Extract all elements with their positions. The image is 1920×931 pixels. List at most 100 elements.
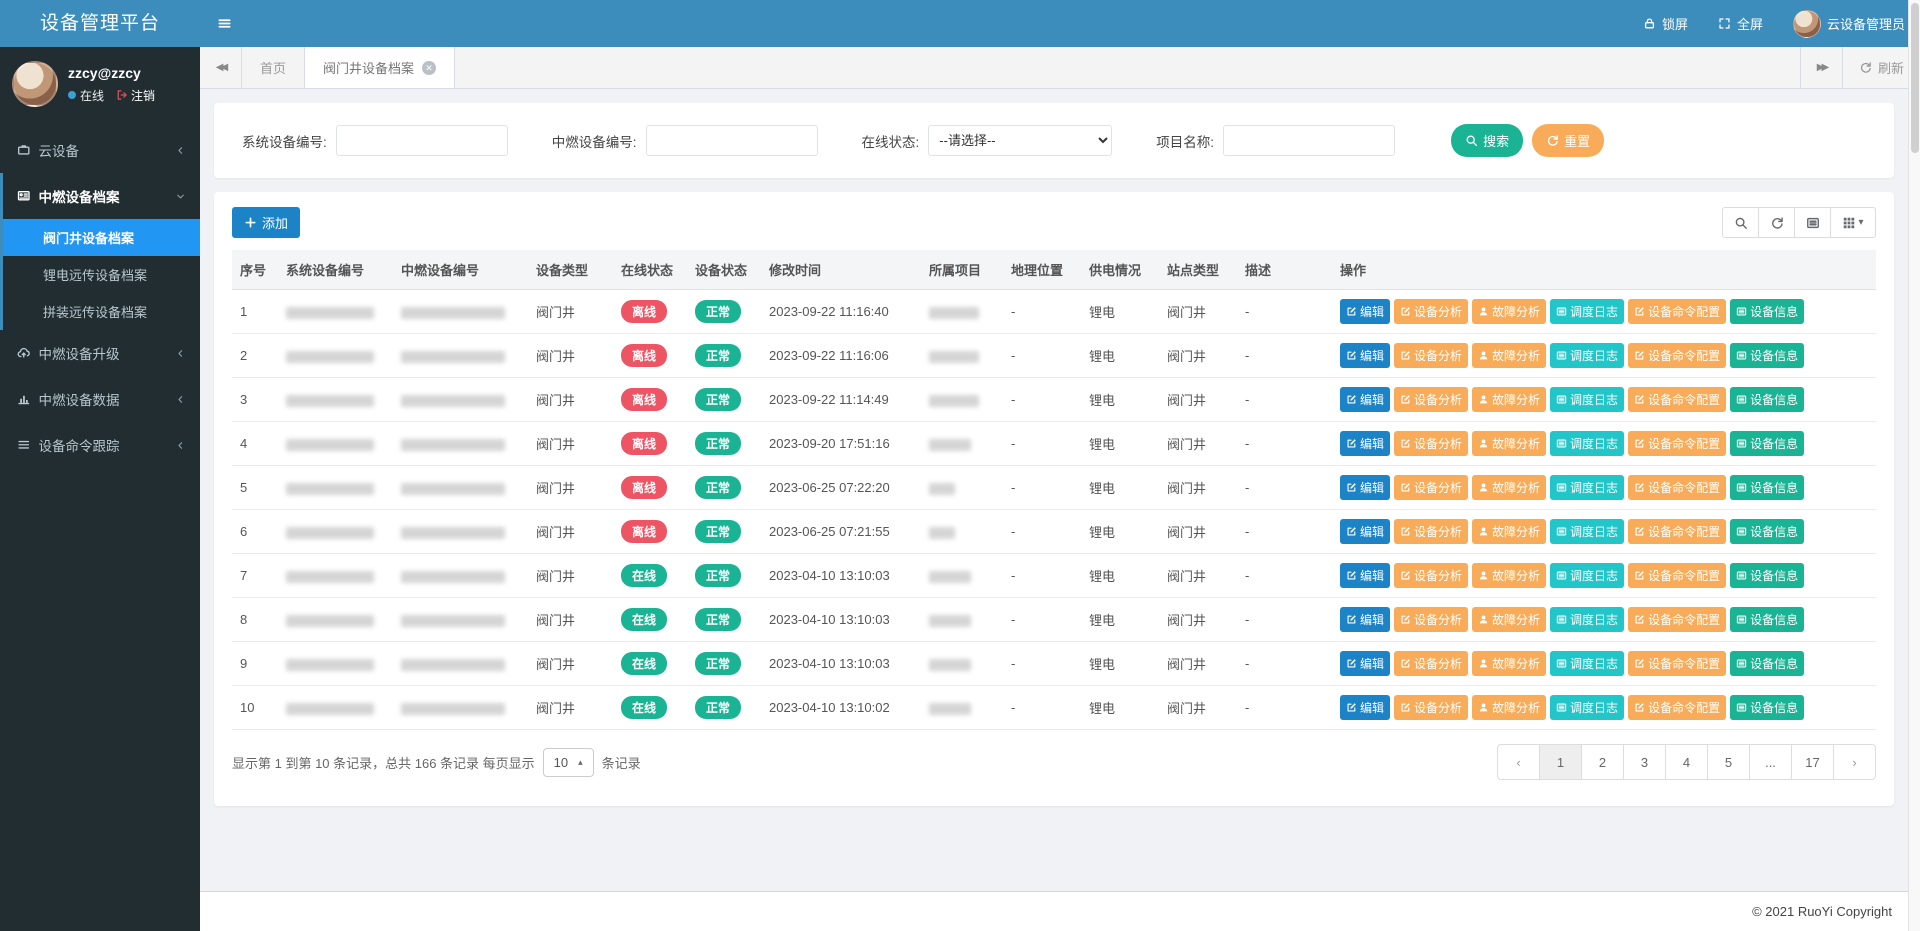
dispatch-log-button[interactable]: 调度日志 [1550, 299, 1624, 324]
scrollbar[interactable] [1908, 0, 1920, 931]
sidebar-item-设备命令跟踪[interactable]: 设备命令跟踪 [3, 422, 200, 468]
device-analysis-button[interactable]: 设备分析 [1394, 607, 1468, 632]
fault-analysis-button[interactable]: 故障分析 [1472, 387, 1546, 412]
device-command-config-button[interactable]: 设备命令配置 [1628, 387, 1726, 412]
online-status-select[interactable]: --请选择-- [928, 125, 1112, 156]
table-search-button[interactable] [1722, 207, 1759, 238]
device-analysis-button[interactable]: 设备分析 [1394, 387, 1468, 412]
sidebar-subitem-阀门井设备档案[interactable]: 阀门井设备档案 [3, 219, 200, 256]
device-analysis-button[interactable]: 设备分析 [1394, 651, 1468, 676]
device-info-button[interactable]: 设备信息 [1730, 299, 1804, 324]
dispatch-log-button[interactable]: 调度日志 [1550, 519, 1624, 544]
zhongran-device-no-input[interactable] [646, 125, 818, 156]
fault-analysis-button[interactable]: 故障分析 [1472, 695, 1546, 720]
device-analysis-button[interactable]: 设备分析 [1394, 475, 1468, 500]
fault-analysis-button[interactable]: 故障分析 [1472, 607, 1546, 632]
app-logo[interactable]: 设备管理平台 [0, 0, 200, 47]
fault-analysis-button[interactable]: 故障分析 [1472, 299, 1546, 324]
sidebar-toggle-button[interactable] [200, 0, 249, 47]
sidebar-subitem-锂电远传设备档案[interactable]: 锂电远传设备档案 [3, 256, 200, 293]
prev-page-button[interactable]: ‹ [1497, 744, 1540, 780]
edit-button[interactable]: 编辑 [1340, 299, 1390, 324]
lock-screen-button[interactable]: 锁屏 [1628, 0, 1703, 47]
sidebar-subitem-拼装远传设备档案[interactable]: 拼装远传设备档案 [3, 293, 200, 330]
page-size-select[interactable]: 10 ▴ [543, 748, 594, 777]
device-info-button[interactable]: 设备信息 [1730, 387, 1804, 412]
fault-analysis-button[interactable]: 故障分析 [1472, 431, 1546, 456]
device-info-button[interactable]: 设备信息 [1730, 651, 1804, 676]
device-analysis-button[interactable]: 设备分析 [1394, 431, 1468, 456]
page-button-...[interactable]: ... [1749, 744, 1792, 780]
edit-button[interactable]: 编辑 [1340, 387, 1390, 412]
scrollbar-thumb[interactable] [1911, 3, 1919, 153]
page-button-3[interactable]: 3 [1623, 744, 1666, 780]
device-info-button[interactable]: 设备信息 [1730, 607, 1804, 632]
add-button[interactable]: 添加 [232, 207, 300, 238]
page-button-17[interactable]: 17 [1791, 744, 1834, 780]
device-analysis-button[interactable]: 设备分析 [1394, 563, 1468, 588]
dispatch-log-button[interactable]: 调度日志 [1550, 607, 1624, 632]
sidebar-item-中燃设备档案[interactable]: 中燃设备档案 [3, 173, 200, 219]
device-analysis-button[interactable]: 设备分析 [1394, 343, 1468, 368]
device-info-button[interactable]: 设备信息 [1730, 343, 1804, 368]
fault-analysis-button[interactable]: 故障分析 [1472, 519, 1546, 544]
device-command-config-button[interactable]: 设备命令配置 [1628, 651, 1726, 676]
tab-首页[interactable]: 首页 [242, 47, 305, 88]
edit-button[interactable]: 编辑 [1340, 475, 1390, 500]
device-analysis-button[interactable]: 设备分析 [1394, 519, 1468, 544]
fault-analysis-button[interactable]: 故障分析 [1472, 651, 1546, 676]
edit-button[interactable]: 编辑 [1340, 519, 1390, 544]
dispatch-log-button[interactable]: 调度日志 [1550, 387, 1624, 412]
logout-link[interactable]: 注销 [116, 87, 155, 104]
edit-button[interactable]: 编辑 [1340, 563, 1390, 588]
edit-button[interactable]: 编辑 [1340, 651, 1390, 676]
page-button-4[interactable]: 4 [1665, 744, 1708, 780]
tab-阀门井设备档案[interactable]: 阀门井设备档案 ✕ [305, 47, 455, 88]
table-columns-button[interactable]: ▾ [1830, 207, 1876, 238]
device-command-config-button[interactable]: 设备命令配置 [1628, 695, 1726, 720]
fault-analysis-button[interactable]: 故障分析 [1472, 475, 1546, 500]
dispatch-log-button[interactable]: 调度日志 [1550, 695, 1624, 720]
device-info-button[interactable]: 设备信息 [1730, 431, 1804, 456]
project-name-input[interactable] [1223, 125, 1395, 156]
tabs-scroll-left-button[interactable]: ◀◀ [200, 47, 242, 88]
table-detail-view-button[interactable] [1794, 207, 1831, 238]
reset-button[interactable]: 重置 [1532, 124, 1604, 157]
device-info-button[interactable]: 设备信息 [1730, 695, 1804, 720]
device-command-config-button[interactable]: 设备命令配置 [1628, 299, 1726, 324]
device-info-button[interactable]: 设备信息 [1730, 519, 1804, 544]
dispatch-log-button[interactable]: 调度日志 [1550, 475, 1624, 500]
sidebar-item-云设备[interactable]: 云设备 [3, 127, 200, 173]
table-refresh-button[interactable] [1758, 207, 1795, 238]
device-info-button[interactable]: 设备信息 [1730, 563, 1804, 588]
sidebar-item-中燃设备数据[interactable]: 中燃设备数据 [3, 376, 200, 422]
edit-button[interactable]: 编辑 [1340, 431, 1390, 456]
dispatch-log-button[interactable]: 调度日志 [1550, 563, 1624, 588]
device-info-button[interactable]: 设备信息 [1730, 475, 1804, 500]
device-command-config-button[interactable]: 设备命令配置 [1628, 563, 1726, 588]
search-button[interactable]: 搜索 [1451, 124, 1523, 157]
dispatch-log-button[interactable]: 调度日志 [1550, 431, 1624, 456]
device-analysis-button[interactable]: 设备分析 [1394, 695, 1468, 720]
device-command-config-button[interactable]: 设备命令配置 [1628, 519, 1726, 544]
next-page-button[interactable]: › [1833, 744, 1876, 780]
device-command-config-button[interactable]: 设备命令配置 [1628, 607, 1726, 632]
fault-analysis-button[interactable]: 故障分析 [1472, 563, 1546, 588]
edit-button[interactable]: 编辑 [1340, 695, 1390, 720]
edit-button[interactable]: 编辑 [1340, 607, 1390, 632]
system-device-no-input[interactable] [336, 125, 508, 156]
device-command-config-button[interactable]: 设备命令配置 [1628, 431, 1726, 456]
page-button-1[interactable]: 1 [1539, 744, 1582, 780]
tabs-scroll-right-button[interactable]: ▶▶ [1800, 47, 1842, 88]
dispatch-log-button[interactable]: 调度日志 [1550, 651, 1624, 676]
sidebar-item-中燃设备升级[interactable]: 中燃设备升级 [3, 330, 200, 376]
user-menu[interactable]: 云设备管理员 [1778, 0, 1920, 47]
page-button-5[interactable]: 5 [1707, 744, 1750, 780]
edit-button[interactable]: 编辑 [1340, 343, 1390, 368]
fault-analysis-button[interactable]: 故障分析 [1472, 343, 1546, 368]
tab-close-icon[interactable]: ✕ [422, 61, 436, 75]
fullscreen-button[interactable]: 全屏 [1703, 0, 1778, 47]
device-analysis-button[interactable]: 设备分析 [1394, 299, 1468, 324]
device-command-config-button[interactable]: 设备命令配置 [1628, 475, 1726, 500]
dispatch-log-button[interactable]: 调度日志 [1550, 343, 1624, 368]
